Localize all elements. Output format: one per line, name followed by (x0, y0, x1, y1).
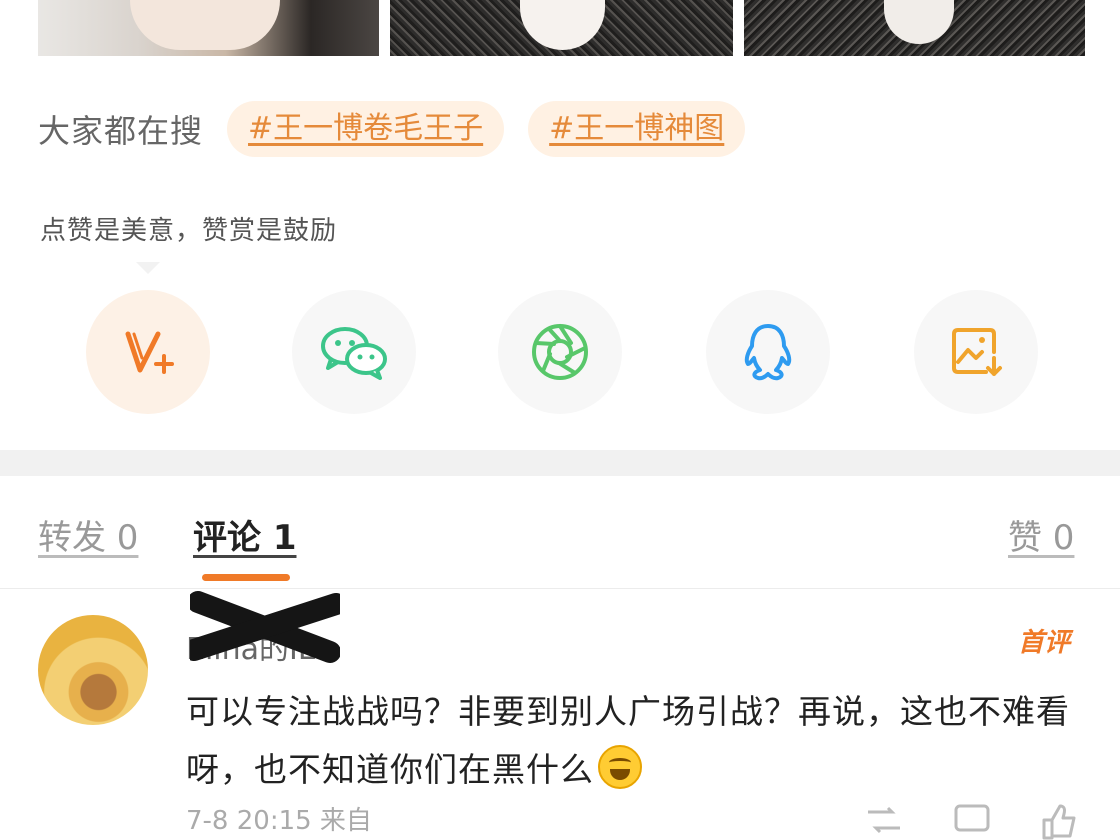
hot-search-tag[interactable]: #王一博卷毛王子 (227, 101, 505, 157)
image-grid (0, 0, 1120, 58)
comment-username[interactable]: Elina的IE (186, 624, 317, 668)
reward-tooltip: 点赞是美意，赞赏是鼓励 (40, 216, 338, 246)
wechat-icon (321, 327, 387, 380)
like-icon[interactable] (1036, 800, 1080, 840)
first-comment-badge: 首评 (1018, 628, 1071, 658)
tab-comments[interactable]: 评论 1 (193, 510, 297, 559)
repost-icon[interactable] (862, 800, 906, 840)
save-image-icon (952, 328, 1002, 376)
comment-meta: 7-8 20:15 来自 (186, 806, 372, 836)
hot-search-tag[interactable]: #王一博神图 (528, 101, 746, 157)
avatar[interactable] (38, 615, 148, 725)
comment-icon[interactable] (950, 800, 994, 840)
tab-likes[interactable]: 赞 0 (1008, 510, 1074, 559)
active-tab-indicator (202, 574, 290, 581)
section-separator (0, 450, 1120, 476)
tooltip-pointer (136, 262, 160, 274)
share-qq-button[interactable] (706, 290, 830, 414)
post-image[interactable] (744, 0, 1085, 56)
post-image[interactable] (38, 0, 379, 56)
reward-button[interactable] (86, 290, 210, 414)
vip-plus-icon (125, 331, 174, 374)
hot-search-label: 大家都在搜 (38, 112, 204, 150)
moments-icon (532, 324, 588, 380)
save-image-button[interactable] (914, 290, 1038, 414)
qq-icon (744, 324, 792, 381)
tab-divider (0, 588, 1120, 589)
laugh-cry-emoji-icon (598, 745, 642, 789)
share-moments-button[interactable] (498, 290, 622, 414)
tab-repost[interactable]: 转发 0 (38, 510, 138, 559)
post-image[interactable] (390, 0, 733, 56)
comment-body: 可以专注战战吗？非要到别人广场引战？再说，这也不难看呀，也不知道你们在黑什么 (186, 683, 1086, 799)
share-wechat-button[interactable] (292, 290, 416, 414)
hot-search-row: 大家都在搜 #王一博卷毛王子 #王一博神图 (38, 101, 769, 157)
